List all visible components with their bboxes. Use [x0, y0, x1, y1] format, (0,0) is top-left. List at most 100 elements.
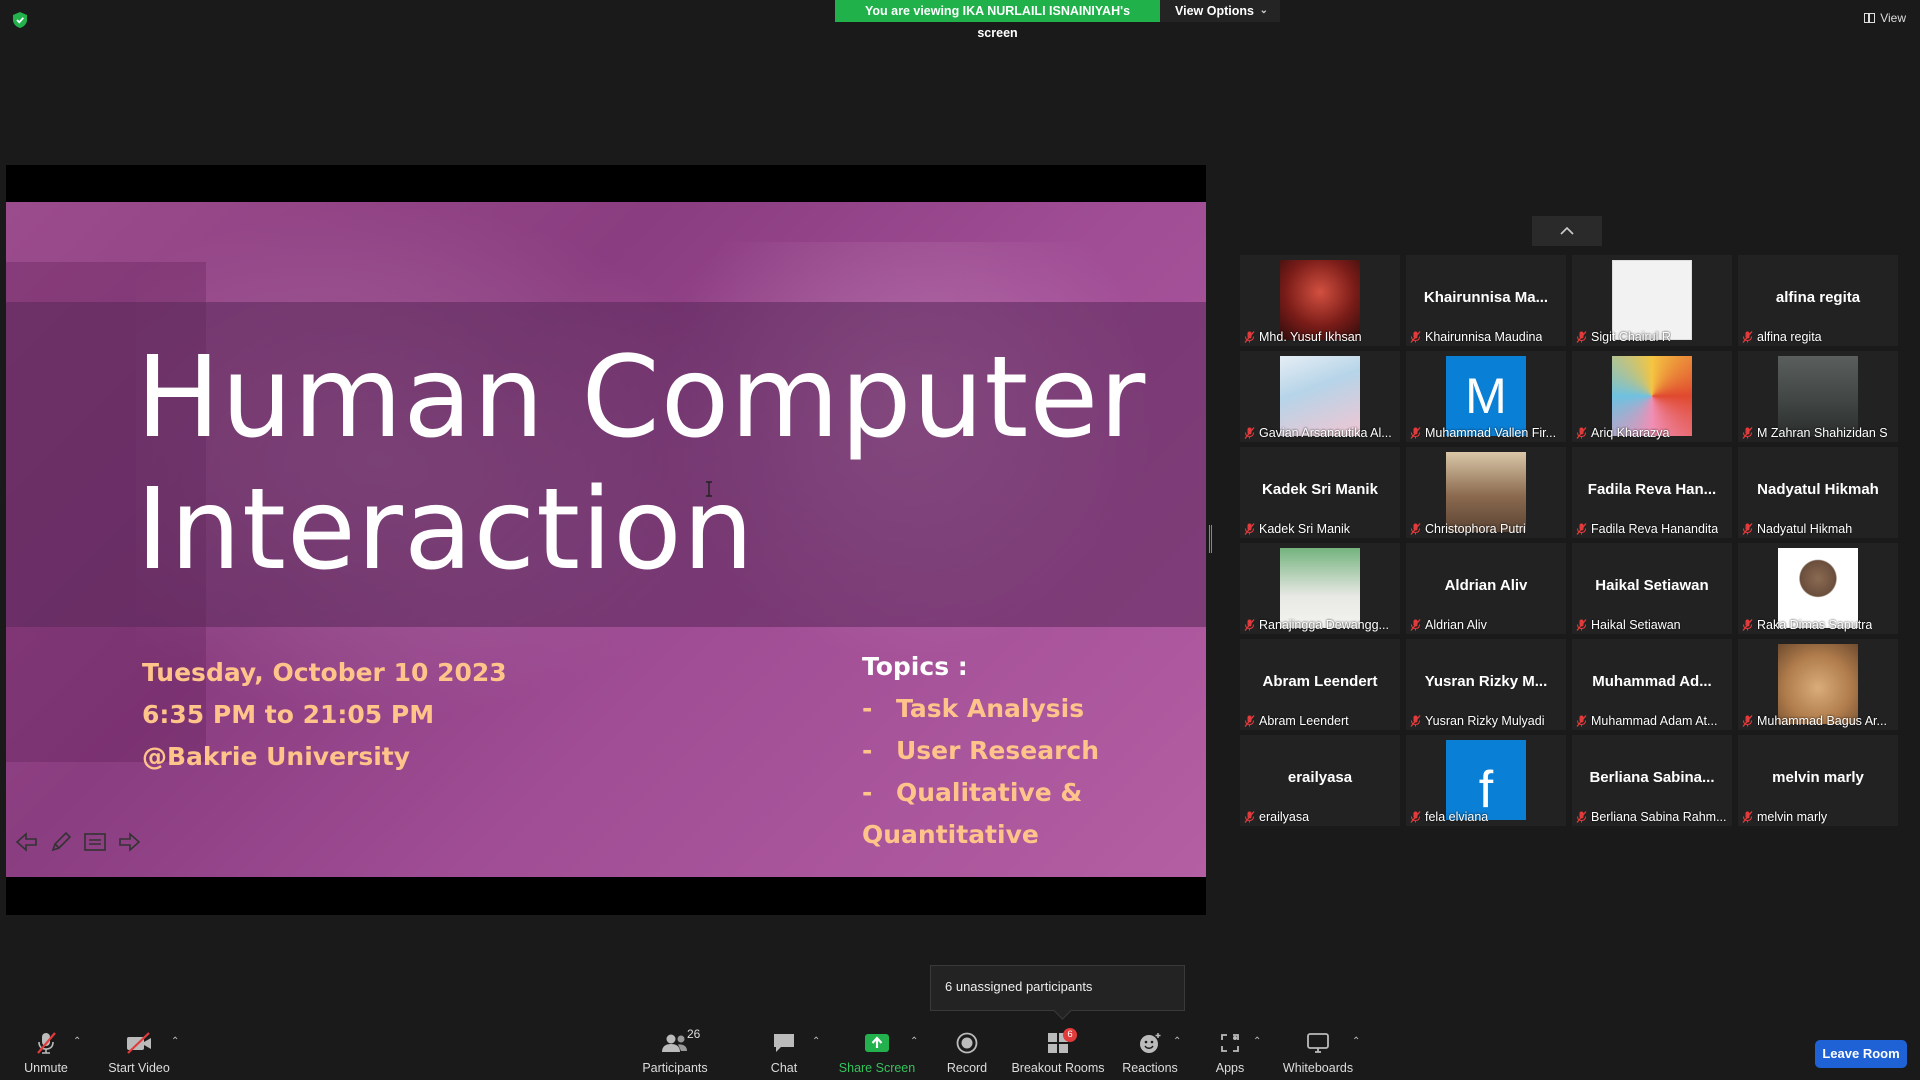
reactions-label: Reactions	[1122, 1061, 1178, 1075]
participant-name: Muhammad Vallen Fir...	[1425, 426, 1557, 440]
start-video-button[interactable]: Start Video	[106, 1020, 172, 1080]
participant-tile[interactable]: Ariq Kharazya	[1572, 351, 1732, 442]
participant-tile[interactable]: alfina regita alfina regita	[1738, 255, 1898, 346]
participant-display-name: Aldrian Aliv	[1444, 577, 1528, 594]
grid-view-icon	[1864, 13, 1876, 23]
shared-screen[interactable]: Human Computer Interaction Tuesday, Octo…	[6, 165, 1206, 915]
participant-display-name: melvin marly	[1772, 769, 1864, 786]
topic-item: - User Research	[862, 736, 1100, 765]
share-screen-button[interactable]: Share Screen	[838, 1020, 916, 1080]
participant-name-tag: fela elviana	[1410, 810, 1488, 824]
participant-tile[interactable]: erailyasa erailyasa	[1240, 735, 1400, 826]
participant-name: Nadyatul Hikmah	[1757, 522, 1853, 536]
microphone-muted-icon	[1742, 523, 1753, 535]
participant-name: alfina regita	[1757, 330, 1822, 344]
unmute-button[interactable]: Unmute	[18, 1020, 74, 1080]
participant-tile[interactable]: M Zahran Shahizidan S	[1738, 351, 1898, 442]
apps-button[interactable]: Apps	[1210, 1020, 1250, 1080]
panel-resize-handle[interactable]	[1209, 525, 1212, 553]
participant-tile[interactable]: f fela elviana	[1406, 735, 1566, 826]
participant-tile[interactable]: Sigit Chairul R	[1572, 255, 1732, 346]
share-screen-label: Share Screen	[838, 1061, 916, 1075]
chat-icon	[774, 1034, 794, 1052]
participant-tile[interactable]: Yusran Rizky M... Yusran Rizky Mulyadi	[1406, 639, 1566, 730]
whiteboards-options-chevron-icon[interactable]: ⌃	[1352, 1036, 1360, 1047]
participant-tile[interactable]: Christophora Putri	[1406, 447, 1566, 538]
leave-room-button[interactable]: Leave Room	[1815, 1040, 1907, 1068]
slide-location: @Bakrie University	[142, 742, 411, 771]
participant-tile[interactable]: M Muhammad Vallen Fir...	[1406, 351, 1566, 442]
participant-name-tag: M Zahran Shahizidan S	[1742, 426, 1888, 440]
participant-display-name: Haikal Setiawan	[1595, 577, 1709, 594]
view-options-button[interactable]: View Options ⌄	[1160, 0, 1280, 22]
participant-tile[interactable]: Haikal Setiawan Haikal Setiawan	[1572, 543, 1732, 634]
participant-tile[interactable]: Khairunnisa Ma... Khairunnisa Maudina	[1406, 255, 1566, 346]
participant-display-name: Kadek Sri Manik	[1262, 481, 1378, 498]
participant-tile[interactable]: Abram Leendert Abram Leendert	[1240, 639, 1400, 730]
participant-name-tag: Fadila Reva Hanandita	[1576, 522, 1718, 536]
participant-name-tag: Haikal Setiawan	[1576, 618, 1681, 632]
meeting-toolbar: Unmute ⌃ Start Video ⌃ 26 Participants C…	[0, 1020, 1920, 1080]
participant-name: Mhd. Yusuf Ikhsan	[1259, 330, 1362, 344]
whiteboards-button[interactable]: Whiteboards	[1282, 1020, 1354, 1080]
participant-tile[interactable]: Mhd. Yusuf Ikhsan	[1240, 255, 1400, 346]
share-options-chevron-icon[interactable]: ⌃	[910, 1036, 918, 1047]
participant-name: Berliana Sabina Rahm...	[1591, 810, 1727, 824]
microphone-muted-icon	[1244, 523, 1255, 535]
participant-display-name: Fadila Reva Han...	[1587, 481, 1717, 498]
colorful-art-avatar	[1612, 356, 1692, 436]
microphone-muted-icon	[1410, 715, 1421, 727]
participant-name: fela elviana	[1425, 810, 1489, 824]
microphone-muted-icon	[1742, 331, 1753, 343]
apps-options-chevron-icon[interactable]: ⌃	[1253, 1036, 1261, 1047]
reactions-icon	[1140, 1033, 1161, 1053]
participant-name: M Zahran Shahizidan S	[1757, 426, 1888, 440]
participant-tile[interactable]: Gavian Arsanautika Al...	[1240, 351, 1400, 442]
participant-tile[interactable]: Fadila Reva Han... Fadila Reva Hanandita	[1572, 447, 1732, 538]
participant-tile[interactable]: Raka Dimas Saputra	[1738, 543, 1898, 634]
participant-name-tag: Sigit Chairul R	[1576, 330, 1671, 344]
microphone-muted-icon	[1576, 427, 1587, 439]
participant-name-tag: Kadek Sri Manik	[1244, 522, 1350, 536]
previous-slide-icon[interactable]	[14, 830, 40, 854]
presentation-slide: Human Computer Interaction Tuesday, Octo…	[6, 202, 1206, 877]
participant-tile[interactable]: Berliana Sabina... Berliana Sabina Rahm..…	[1572, 735, 1732, 826]
shield-icon[interactable]	[13, 12, 27, 28]
microphone-muted-icon	[1410, 331, 1421, 343]
hijab-portrait-avatar	[1280, 548, 1360, 628]
chat-button[interactable]: Chat	[762, 1020, 806, 1080]
anime-avatar	[1280, 356, 1360, 436]
breakout-rooms-button[interactable]: 6 Breakout Rooms	[1011, 1020, 1105, 1080]
record-icon	[956, 1032, 978, 1054]
pen-icon[interactable]	[48, 830, 74, 854]
breakout-rooms-badge: 6	[1063, 1028, 1077, 1042]
participant-tile[interactable]: Nadyatul Hikmah Nadyatul Hikmah	[1738, 447, 1898, 538]
participant-display-name: alfina regita	[1775, 289, 1861, 306]
participant-name: Abram Leendert	[1259, 714, 1349, 728]
participant-tile[interactable]: Muhammad Bagus Ar...	[1738, 639, 1898, 730]
view-button[interactable]: View	[1864, 11, 1906, 25]
gallery-page-up-button[interactable]	[1532, 216, 1602, 246]
participant-tile[interactable]: Kadek Sri Manik Kadek Sri Manik	[1240, 447, 1400, 538]
video-off-icon	[127, 1032, 151, 1054]
cat-avatar	[1778, 644, 1858, 724]
video-options-chevron-icon[interactable]: ⌃	[171, 1036, 179, 1047]
microphone-muted-icon	[1576, 619, 1587, 631]
chat-options-chevron-icon[interactable]: ⌃	[812, 1036, 820, 1047]
reactions-options-chevron-icon[interactable]: ⌃	[1173, 1036, 1181, 1047]
slide-menu-icon[interactable]	[82, 830, 108, 854]
reactions-button[interactable]: Reactions	[1122, 1020, 1178, 1080]
whiteboards-label: Whiteboards	[1282, 1061, 1354, 1075]
record-button[interactable]: Record	[944, 1020, 990, 1080]
participant-name: Christophora Putri	[1425, 522, 1526, 536]
participant-name: Sigit Chairul R	[1591, 330, 1671, 344]
participant-tile[interactable]: Muhammad Ad... Muhammad Adam At...	[1572, 639, 1732, 730]
chat-label: Chat	[770, 1061, 798, 1075]
microphone-muted-icon	[1244, 427, 1255, 439]
audio-options-chevron-icon[interactable]: ⌃	[73, 1036, 81, 1047]
next-slide-icon[interactable]	[116, 830, 142, 854]
participant-tile[interactable]: melvin marly melvin marly	[1738, 735, 1898, 826]
participants-button[interactable]: 26 Participants	[642, 1020, 708, 1080]
participant-tile[interactable]: Ranajingga Dewangg...	[1240, 543, 1400, 634]
participant-tile[interactable]: Aldrian Aliv Aldrian Aliv	[1406, 543, 1566, 634]
